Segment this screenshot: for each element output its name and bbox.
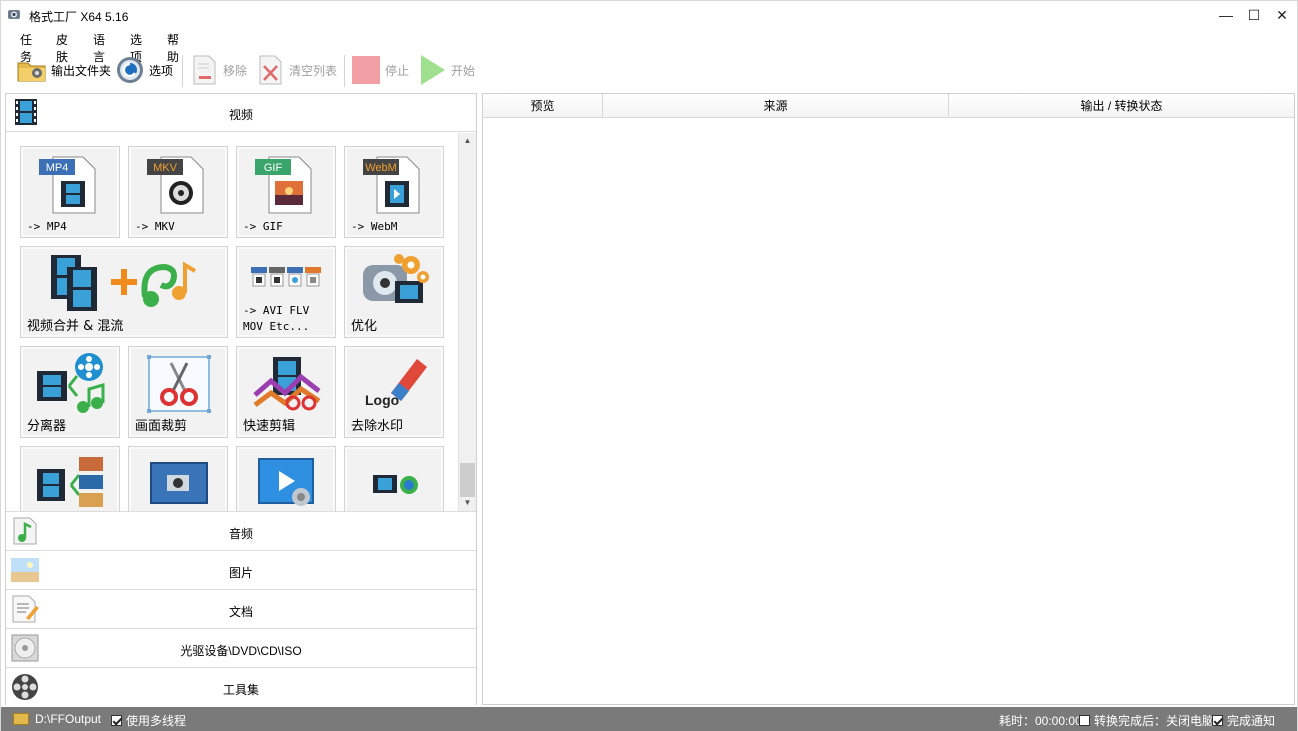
column-preview[interactable]: 预览 [483,94,603,118]
toolbar-separator [182,55,183,87]
maximize-button[interactable]: ☐ [1239,1,1269,29]
scroll-thumb[interactable] [460,463,475,497]
title-bar: 格式工厂 X64 5.16 — ☐ ✕ [1,1,1297,29]
tile-quick-clip[interactable]: 快速剪辑 [236,346,336,438]
output-path[interactable]: D:\FFOutput [13,712,101,726]
checkbox-checked-icon [1212,715,1223,726]
column-source[interactable]: 来源 [603,94,949,118]
app-icon [8,10,20,19]
tile-to-avi-flv-mov[interactable]: -> AVI FLV MOV Etc... [236,246,336,338]
screen-record-icon [150,462,208,504]
category-audio[interactable]: 音频 [6,511,476,549]
tile-video-merge[interactable]: 视频合并 & 混流 [20,246,228,338]
tile-optimize[interactable]: 优化 [344,246,444,338]
tile-to-gif[interactable]: GIF -> GIF [236,146,336,238]
gear-icon [117,57,143,83]
multi-format-icon [251,267,321,287]
category-document[interactable]: 文档 [6,589,476,627]
main-window: 格式工厂 X64 5.16 — ☐ ✕ 任务 皮肤 语言 选项 帮助 输出文件夹 [0,0,1298,731]
column-output-status[interactable]: 输出 / 转换状态 [949,94,1294,118]
tile-to-webm[interactable]: WebM -> WebM [344,146,444,238]
gif-file-icon: GIF [255,156,312,214]
video-globe-icon [373,475,418,494]
mkv-file-icon: MKV [147,156,204,214]
start-button[interactable]: 开始 [419,51,475,89]
category-disc[interactable]: 光驱设备\DVD\CD\ISO [6,628,476,666]
category-video[interactable]: 视频 [6,94,476,132]
category-tools[interactable]: 工具集 [6,667,476,705]
toolbar-separator [344,55,345,87]
multithread-checkbox[interactable]: 使用多线程 [111,712,186,729]
tile-video-to-images[interactable] [20,446,120,511]
tile-video-download[interactable] [344,446,444,511]
tile-splitter[interactable]: 分离器 [20,346,120,438]
stop-icon [352,56,380,84]
play-icon [421,55,445,85]
category-image[interactable]: 图片 [6,550,476,588]
frames-icon [37,457,103,507]
tile-to-mkv[interactable]: MKV -> MKV [128,146,228,238]
elapsed-time: 耗时：00:00:00 [999,714,1082,728]
scroll-up-arrow-icon[interactable]: ▲ [459,133,476,149]
folder-icon [13,713,29,725]
tile-crop[interactable]: 画面裁剪 [128,346,228,438]
checkbox-unchecked-icon [1079,715,1090,726]
minimize-button[interactable]: — [1211,1,1241,29]
scroll-down-arrow-icon[interactable]: ▼ [459,495,476,511]
clear-list-icon [259,55,282,85]
clear-list-button[interactable]: 清空列表 [257,51,337,89]
notify-checkbox[interactable]: 完成通知 [1212,712,1275,729]
tile-screen-record[interactable] [128,446,228,511]
video-player-icon [258,458,314,506]
remove-button[interactable]: 移除 [191,51,247,89]
options-button[interactable]: 选项 [115,51,173,89]
tile-to-mp4[interactable]: MP4 -> MP4 [20,146,120,238]
remove-icon [193,55,216,85]
video-tools-grid: MP4 -> MP4 MKV -> MKV GIF -> GIF WebM ->… [6,133,458,511]
svg-text:MKV: MKV [153,162,178,174]
category-panel: 视频 MP4 -> MP4 MKV -> MKV GIF -> GIF WebM… [5,93,477,705]
tile-video-player[interactable] [236,446,336,511]
optimize-icon [363,254,429,303]
task-list[interactable]: 预览 来源 输出 / 转换状态 [482,93,1295,705]
stop-button[interactable]: 停止 [351,51,409,89]
merge-icon [51,255,197,311]
svg-text:Logo: Logo [365,392,399,408]
tile-remove-watermark[interactable]: Logo 去除水印 [344,346,444,438]
video-grid-scrollbar[interactable]: ▲ ▼ [458,133,476,511]
crop-scissors-icon [147,355,211,413]
output-folder-button[interactable]: 输出文件夹 [17,51,111,89]
after-convert-checkbox[interactable]: 转换完成后：关闭电脑 [1079,712,1214,729]
close-button[interactable]: ✕ [1267,1,1297,29]
eraser-icon: Logo [365,359,427,408]
svg-text:MP4: MP4 [46,162,69,174]
quick-clip-icon [253,357,321,411]
mp4-file-icon: MP4 [39,156,96,214]
webm-file-icon: WebM [363,156,420,214]
splitter-icon [37,353,105,413]
checkbox-checked-icon [111,715,122,726]
toolbar: 输出文件夹 选项 移除 清空列表 停止 开始 [1,51,1297,91]
status-bar: D:\FFOutput 使用多线程 耗时：00:00:00 转换完成后：关闭电脑… [1,707,1297,731]
folder-icon [17,62,46,82]
window-title: 格式工厂 X64 5.16 [29,10,129,24]
svg-text:WebM: WebM [365,162,397,174]
svg-text:GIF: GIF [264,162,283,174]
